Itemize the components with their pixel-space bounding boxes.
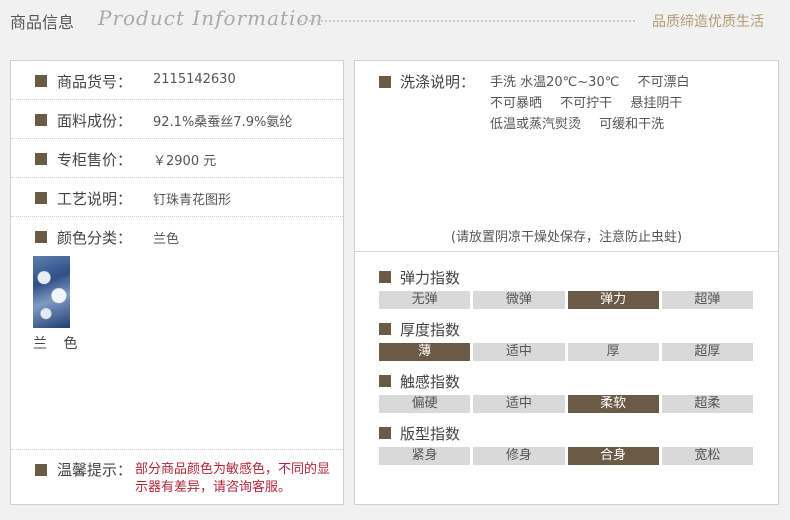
index-scale: 无弹 微弹 弹力 超弹 bbox=[379, 291, 753, 309]
bullet-square-icon bbox=[379, 375, 391, 387]
index-option: 紧身 bbox=[379, 447, 471, 465]
bullet-square-icon bbox=[35, 192, 47, 204]
storage-note: (请放置阴凉干燥处保存，注意防止虫蛀) bbox=[450, 230, 683, 245]
care-item: 低温或蒸汽熨烫 bbox=[490, 117, 582, 132]
tip-text: 部分商品颜色为敏感色，不同的显示器有差异，请咨询客服。 bbox=[135, 462, 331, 495]
care-lines: 手洗 水温20℃~30℃ 不可漂白 不可暴晒 不可拧干 悬挂阴干 低温或蒸汽熨烫… bbox=[490, 72, 689, 135]
care-item: 不可漂白 bbox=[637, 75, 690, 90]
index-option: 宽松 bbox=[661, 447, 753, 465]
divider bbox=[11, 449, 343, 450]
index-option: 适中 bbox=[473, 395, 565, 413]
index-option: 微弹 bbox=[473, 291, 565, 309]
info-row-sku: 商品货号： 2115142630 bbox=[11, 61, 343, 100]
index-scale: 紧身 修身 合身 宽松 bbox=[379, 447, 753, 465]
bullet-square-icon bbox=[379, 323, 391, 335]
bullet-square-icon bbox=[379, 271, 391, 283]
care-label: 洗涤说明： bbox=[400, 73, 476, 91]
product-info-panel: 商品货号： 2115142630 面料成份： 92.1%桑蚕丝7.9%氨纶 专柜… bbox=[10, 60, 344, 505]
info-label: 面料成份： bbox=[57, 112, 133, 130]
index-scale: 偏硬 适中 柔软 超柔 bbox=[379, 395, 753, 413]
index-option: 厚 bbox=[567, 343, 659, 361]
index-option-selected: 柔软 bbox=[567, 395, 659, 413]
color-swatch-image[interactable] bbox=[33, 256, 70, 328]
info-value: 2115142630 bbox=[153, 72, 236, 87]
bullet-square-icon bbox=[379, 427, 391, 439]
bullet-square-icon bbox=[35, 464, 47, 476]
index-option-selected: 合身 bbox=[567, 447, 659, 465]
bullet-square-icon bbox=[35, 153, 47, 165]
info-label: 工艺说明： bbox=[57, 190, 133, 208]
index-label: 版型指数 bbox=[400, 425, 461, 443]
info-label: 颜色分类： bbox=[57, 229, 133, 247]
index-option-selected: 弹力 bbox=[567, 291, 659, 309]
index-fit: 版型指数 紧身 修身 合身 宽松 bbox=[379, 423, 759, 473]
info-row-fabric: 面料成份： 92.1%桑蚕丝7.9%氨纶 bbox=[11, 100, 343, 139]
index-option: 超柔 bbox=[661, 395, 753, 413]
info-value: 钉珠青花图形 bbox=[153, 193, 232, 208]
index-option: 偏硬 bbox=[379, 395, 471, 413]
care-item: 不可拧干 bbox=[560, 96, 613, 111]
info-row-craft: 工艺说明： 钉珠青花图形 bbox=[11, 178, 343, 217]
info-value: 兰色 bbox=[153, 232, 180, 247]
index-thickness: 厚度指数 薄 适中 厚 超厚 bbox=[379, 319, 759, 369]
info-row-price: 专柜售价： ￥2900 元 bbox=[11, 139, 343, 178]
section-header: 商品信息 Product Information 品质缔造优质生活 bbox=[0, 0, 790, 40]
section-title: 商品信息 bbox=[10, 13, 75, 32]
care-item: 可缓和干洗 bbox=[599, 117, 665, 132]
index-option: 适中 bbox=[473, 343, 565, 361]
care-item: 不可暴晒 bbox=[490, 96, 543, 111]
info-value: 92.1%桑蚕丝7.9%氨纶 bbox=[153, 115, 293, 130]
section-title-english: Product Information bbox=[98, 6, 324, 30]
care-item: 手洗 水温20℃~30℃ bbox=[490, 75, 620, 90]
info-label: 专柜售价： bbox=[57, 151, 133, 169]
divider bbox=[355, 251, 778, 252]
slogan: 品质缔造优质生活 bbox=[652, 14, 764, 30]
index-label: 触感指数 bbox=[400, 373, 461, 391]
index-option: 无弹 bbox=[379, 291, 471, 309]
index-touch: 触感指数 偏硬 适中 柔软 超柔 bbox=[379, 371, 759, 421]
bullet-square-icon bbox=[379, 76, 391, 88]
color-swatch-label: 兰 色 bbox=[33, 336, 84, 352]
bullet-square-icon bbox=[35, 75, 47, 87]
info-value: ￥2900 元 bbox=[153, 154, 217, 169]
index-label: 弹力指数 bbox=[400, 269, 461, 287]
tip-label: 温馨提示： bbox=[57, 461, 133, 479]
index-option: 修身 bbox=[473, 447, 565, 465]
care-item: 悬挂阴干 bbox=[630, 96, 683, 111]
index-elasticity: 弹力指数 无弹 微弹 弹力 超弹 bbox=[379, 267, 759, 317]
index-label: 厚度指数 bbox=[400, 321, 461, 339]
index-option-selected: 薄 bbox=[379, 343, 471, 361]
index-scale: 薄 适中 厚 超厚 bbox=[379, 343, 753, 361]
bullet-square-icon bbox=[35, 231, 47, 243]
index-option: 超弹 bbox=[661, 291, 753, 309]
info-label: 商品货号： bbox=[57, 73, 133, 91]
dotted-divider bbox=[300, 20, 635, 22]
index-option: 超厚 bbox=[661, 343, 753, 361]
info-row-color: 颜色分类： 兰色 bbox=[11, 217, 343, 256]
bullet-square-icon bbox=[35, 114, 47, 126]
care-and-index-panel: 洗涤说明： 手洗 水温20℃~30℃ 不可漂白 不可暴晒 不可拧干 悬挂阴干 低… bbox=[354, 60, 779, 505]
